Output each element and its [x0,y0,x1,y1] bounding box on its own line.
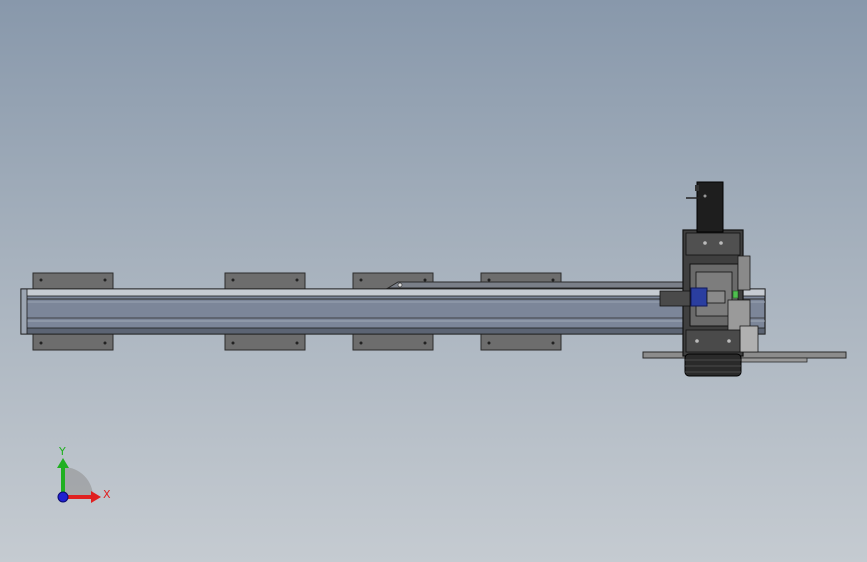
coupling-block [690,287,708,307]
cable-carrier [386,281,691,289]
y-axis-label: Y [58,445,66,458]
bottom-motor [684,353,742,377]
z-axis-origin [57,491,69,503]
sensor-indicator [732,290,739,299]
triad-quadrant-shading [63,467,93,497]
base-plate [642,351,847,363]
bottom-mounting-brackets [32,333,562,351]
mounting-bracket [32,333,114,351]
top-motor [686,181,724,233]
x-axis-label: X [103,488,111,501]
cad-model-view[interactable]: Y X [0,0,867,562]
carriage-assembly[interactable] [659,229,759,357]
coordinate-triad: Y X [57,445,111,503]
mounting-bracket [480,333,562,351]
graphics-viewport[interactable]: Y X [0,0,867,562]
linear-rail [20,288,766,335]
mounting-bracket [352,333,434,351]
mounting-bracket [224,272,306,291]
mounting-bracket [32,272,114,291]
mounting-bracket [224,333,306,351]
